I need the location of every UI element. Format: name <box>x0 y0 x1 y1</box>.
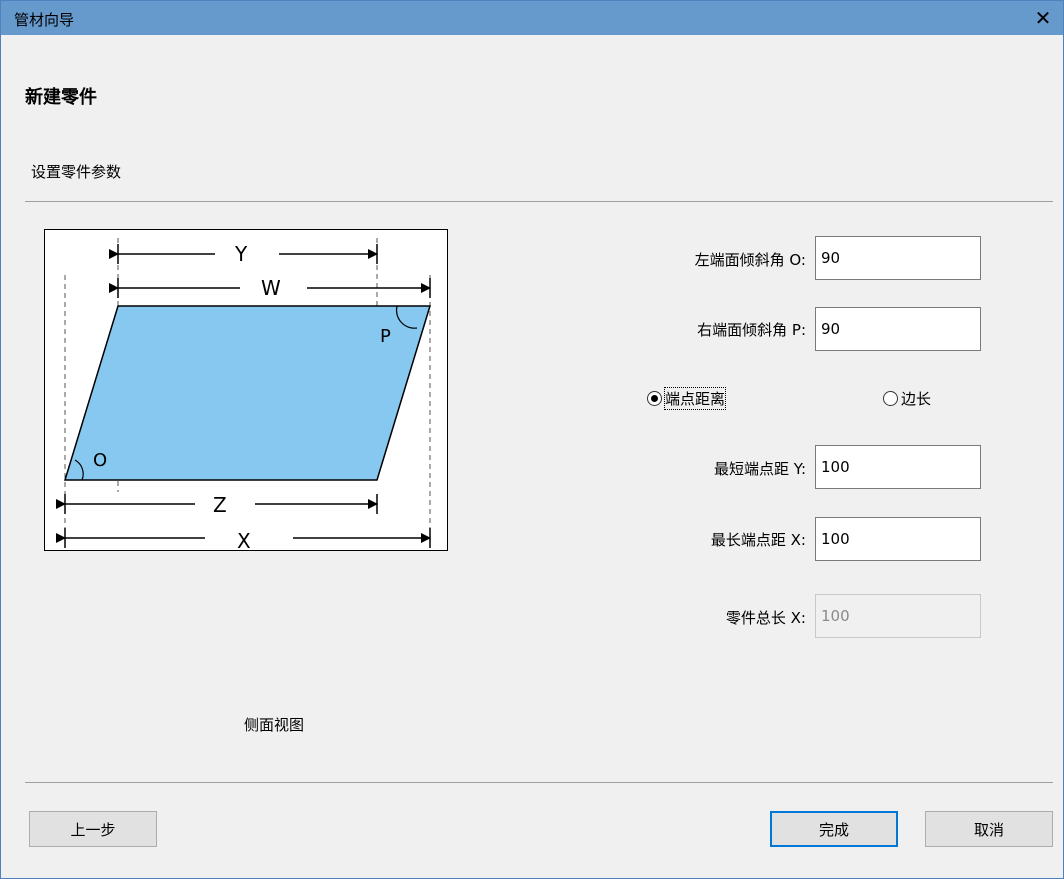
label-p: P <box>380 326 391 347</box>
wizard-window: 管材向导 ✕ 新建零件 设置零件参数 Y W Z X O P 侧面视图 左端面倾… <box>0 0 1064 879</box>
radio-checked-icon <box>647 391 662 406</box>
previous-button[interactable]: 上一步 <box>29 811 157 847</box>
radio-side-length[interactable]: 边长 <box>883 388 931 409</box>
shortest-distance-label: 最短端点距 Y: <box>714 460 806 478</box>
part-parallelogram <box>63 305 432 481</box>
page-title: 新建零件 <box>25 87 97 108</box>
longest-distance-input[interactable] <box>815 517 981 561</box>
longest-distance-label: 最长端点距 X: <box>710 531 806 549</box>
label-x: X <box>237 529 251 550</box>
left-angle-label: 左端面倾斜角 O: <box>694 251 806 269</box>
close-icon[interactable]: ✕ <box>1023 1 1063 35</box>
right-angle-label: 右端面倾斜角 P: <box>697 321 806 339</box>
radio-endpoint-distance-label: 端点距离 <box>663 387 727 410</box>
radio-side-length-label: 边长 <box>901 390 932 408</box>
label-w: W <box>261 276 281 300</box>
window-title: 管材向导 <box>14 11 75 29</box>
total-length-label: 零件总长 X: <box>725 609 806 627</box>
label-y: Y <box>234 242 248 266</box>
left-angle-input[interactable] <box>815 236 981 280</box>
bottom-divider <box>25 782 1053 783</box>
label-z: Z <box>213 493 227 517</box>
page-subtitle: 设置零件参数 <box>31 163 122 181</box>
finish-button[interactable]: 完成 <box>770 811 898 847</box>
radio-unchecked-icon <box>883 391 898 406</box>
label-o: O <box>93 450 107 471</box>
title-bar[interactable]: 管材向导 ✕ <box>1 1 1063 35</box>
diagram-drawing: Y W Z X O P <box>56 238 432 550</box>
shortest-distance-input[interactable] <box>815 445 981 489</box>
cancel-button[interactable]: 取消 <box>925 811 1053 847</box>
total-length-input <box>815 594 981 638</box>
side-view-diagram: Y W Z X O P <box>44 229 448 551</box>
top-divider <box>25 201 1053 202</box>
diagram-caption: 侧面视图 <box>244 716 305 734</box>
right-angle-input[interactable] <box>815 307 981 351</box>
radio-endpoint-distance[interactable]: 端点距离 <box>647 387 727 410</box>
